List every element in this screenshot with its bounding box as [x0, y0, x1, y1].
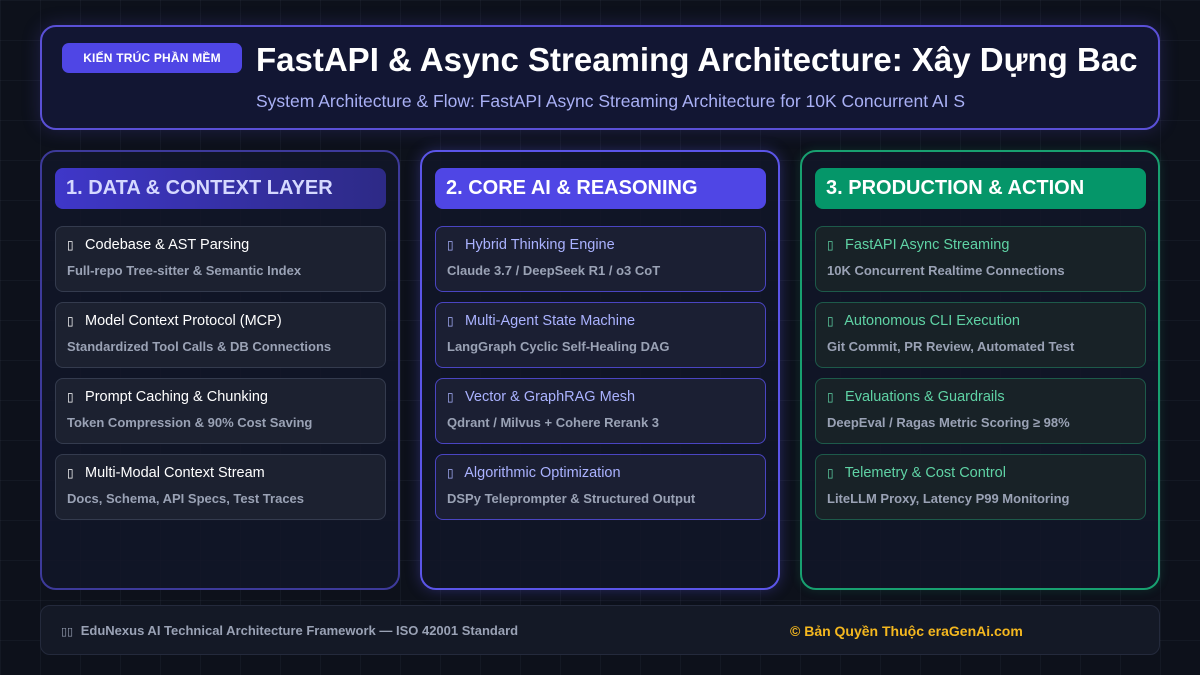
- card-title: Evaluations & Guardrails: [845, 389, 1005, 405]
- footer-bar: ▯▯ EduNexus AI Technical Architecture Fr…: [40, 605, 1160, 655]
- layer-card: ▯ Model Context Protocol (MCP) Standardi…: [55, 302, 386, 368]
- missing-glyph-icon: ▯: [827, 466, 834, 480]
- card-description: LangGraph Cyclic Self-Healing DAG: [447, 339, 670, 354]
- layer-card: ▯ Multi-Modal Context Stream Docs, Schem…: [55, 454, 386, 520]
- card-description: Standardized Tool Calls & DB Connections: [67, 339, 332, 354]
- card-title: Autonomous CLI Execution: [844, 313, 1020, 329]
- card-title: Vector & GraphRAG Mesh: [465, 389, 636, 405]
- card-description: LiteLLM Proxy, Latency P99 Monitoring: [827, 491, 1070, 506]
- column-production-action: 3. PRODUCTION & ACTION ▯ FastAPI Async S…: [800, 150, 1160, 590]
- card-title: Prompt Caching & Chunking: [85, 389, 268, 405]
- missing-glyph-icon: ▯: [827, 390, 834, 404]
- missing-glyph-icon: ▯: [447, 238, 454, 252]
- page-subtitle: System Architecture & Flow: FastAPI Asyn…: [256, 91, 966, 111]
- card-description: Git Commit, PR Review, Automated Test: [827, 339, 1075, 354]
- column-header: 1. DATA & CONTEXT LAYER: [55, 168, 386, 209]
- missing-glyph-icon: ▯: [67, 466, 74, 480]
- card-title: Codebase & AST Parsing: [85, 237, 250, 253]
- missing-glyph-icon: ▯: [67, 390, 74, 404]
- category-badge: KIẾN TRÚC PHẦN MỀM: [62, 43, 242, 73]
- card-title: Multi-Modal Context Stream: [85, 465, 265, 481]
- layer-card: ▯ FastAPI Async Streaming 10K Concurrent…: [815, 226, 1146, 292]
- card-description: 10K Concurrent Realtime Connections: [827, 263, 1065, 278]
- header-banner: KIẾN TRÚC PHẦN MỀM FastAPI & Async Strea…: [40, 25, 1160, 130]
- missing-glyph-icon: ▯: [827, 238, 834, 252]
- card-title: Multi-Agent State Machine: [465, 313, 636, 329]
- layer-card: ▯ Autonomous CLI Execution Git Commit, P…: [815, 302, 1146, 368]
- layer-card: ▯ Vector & GraphRAG Mesh Qdrant / Milvus…: [435, 378, 766, 444]
- column-header: 3. PRODUCTION & ACTION: [815, 168, 1146, 209]
- card-title: Algorithmic Optimization: [464, 465, 621, 481]
- missing-glyph-icon: ▯: [67, 314, 74, 328]
- column-core-ai: 2. CORE AI & REASONING ▯ Hybrid Thinking…: [420, 150, 780, 590]
- missing-glyph-icon: ▯: [827, 314, 834, 328]
- card-description: Docs, Schema, API Specs, Test Traces: [67, 491, 305, 506]
- missing-glyph-icon: ▯: [447, 390, 454, 404]
- card-title: Hybrid Thinking Engine: [465, 237, 615, 253]
- column-data-context: 1. DATA & CONTEXT LAYER ▯ Codebase & AST…: [40, 150, 400, 590]
- missing-glyph-icon: ▯▯: [61, 625, 74, 638]
- card-description: DeepEval / Ragas Metric Scoring ≥ 98%: [827, 415, 1070, 430]
- missing-glyph-icon: ▯: [67, 238, 74, 252]
- card-description: Claude 3.7 / DeepSeek R1 / o3 CoT: [447, 263, 661, 278]
- layer-card: ▯ Evaluations & Guardrails DeepEval / Ra…: [815, 378, 1146, 444]
- layer-card: ▯ Prompt Caching & Chunking Token Compre…: [55, 378, 386, 444]
- layer-card: ▯ Telemetry & Cost Control LiteLLM Proxy…: [815, 454, 1146, 520]
- column-header: 2. CORE AI & REASONING: [435, 168, 766, 209]
- layer-card: ▯ Multi-Agent State Machine LangGraph Cy…: [435, 302, 766, 368]
- layer-card: ▯ Codebase & AST Parsing Full-repo Tree-…: [55, 226, 386, 292]
- copyright-text: © Bản Quyền Thuộc eraGenAi.com: [790, 623, 1023, 639]
- card-description: DSPy Teleprompter & Structured Output: [447, 491, 696, 506]
- missing-glyph-icon: ▯: [447, 466, 454, 480]
- card-title: Model Context Protocol (MCP): [85, 313, 282, 329]
- layer-card: ▯ Algorithmic Optimization DSPy Teleprom…: [435, 454, 766, 520]
- card-title: FastAPI Async Streaming: [845, 237, 1010, 253]
- card-description: Full-repo Tree-sitter & Semantic Index: [67, 263, 302, 278]
- footer-framework-text: EduNexus AI Technical Architecture Frame…: [80, 623, 519, 638]
- layer-card: ▯ Hybrid Thinking Engine Claude 3.7 / De…: [435, 226, 766, 292]
- card-description: Token Compression & 90% Cost Saving: [67, 415, 313, 430]
- missing-glyph-icon: ▯: [447, 314, 454, 328]
- card-title: Telemetry & Cost Control: [844, 465, 1006, 481]
- page-title: FastAPI & Async Streaming Architecture: …: [256, 41, 1138, 78]
- card-description: Qdrant / Milvus + Cohere Rerank 3: [447, 415, 660, 430]
